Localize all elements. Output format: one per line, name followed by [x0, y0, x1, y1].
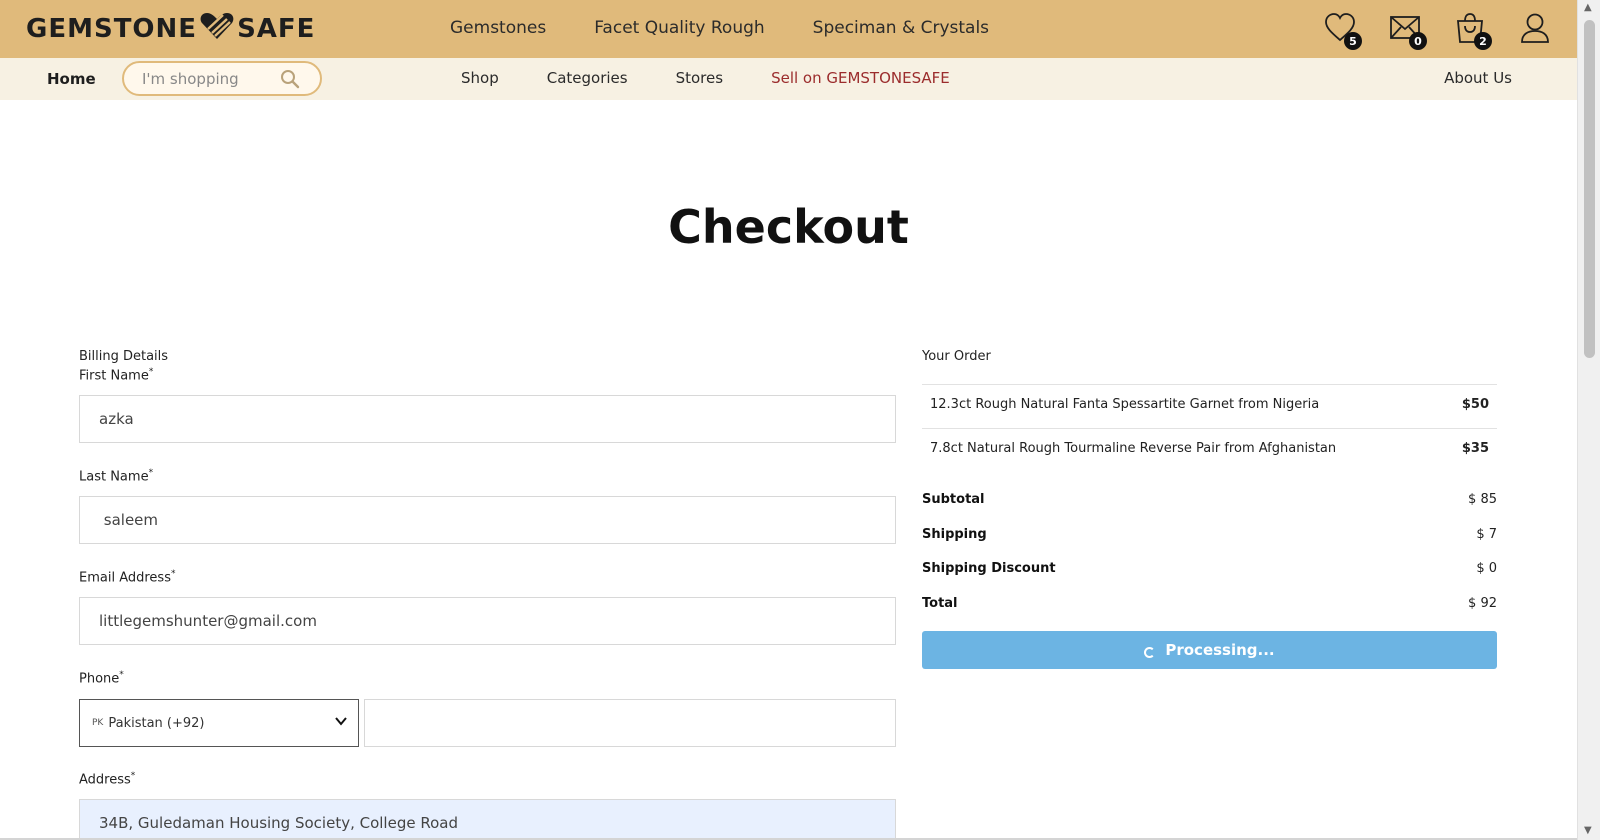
- first-name-field: [79, 395, 896, 443]
- search-box: [122, 61, 322, 96]
- top-header: GEMSTONE SAFE Gemstones Facet Quality Ro…: [0, 0, 1577, 58]
- user-icon: [1521, 13, 1549, 43]
- scrollbar-thumb[interactable]: [1584, 20, 1595, 358]
- total-value: $ 92: [1468, 596, 1497, 611]
- phone-country-select[interactable]: PK Pakistan (+92): [79, 699, 359, 747]
- secondary-nav: Home Shop Categories Stores Sell on GEMS…: [0, 58, 1577, 100]
- nav-shop[interactable]: Shop: [461, 69, 499, 87]
- nav-sell[interactable]: Sell on GEMSTONESAFE: [771, 69, 950, 87]
- logo-text-right: SAFE: [237, 14, 316, 44]
- address-field: [79, 799, 896, 840]
- subtotal-value: $ 85: [1468, 492, 1497, 507]
- search-input[interactable]: [142, 70, 272, 88]
- phone-country-value: Pakistan (+92): [108, 715, 205, 731]
- email-field: [79, 597, 896, 645]
- last-name-label: Last Name*: [79, 468, 153, 484]
- page-title: Checkout: [668, 200, 909, 254]
- place-order-button[interactable]: Processing...: [922, 631, 1497, 669]
- nav-categories[interactable]: Categories: [547, 69, 628, 87]
- nav-speciman-crystals[interactable]: Speciman & Crystals: [813, 18, 989, 38]
- your-order-heading: Your Order: [922, 349, 991, 364]
- logo-text-left: GEMSTONE: [26, 14, 198, 44]
- scroll-down-arrow-icon[interactable]: ▼: [1584, 825, 1592, 836]
- account-button[interactable]: [1519, 12, 1551, 44]
- required-mark: *: [148, 367, 154, 377]
- subtotal-row: Subtotal $ 85: [922, 492, 1497, 507]
- total-label: Total: [922, 596, 958, 611]
- shipping-discount-value: $ 0: [1476, 561, 1497, 576]
- last-name-label-text: Last Name: [79, 469, 149, 485]
- nav-home[interactable]: Home: [47, 70, 96, 88]
- address-label-text: Address: [79, 772, 131, 788]
- required-mark: *: [130, 771, 136, 781]
- billing-details-heading: Billing Details: [79, 349, 169, 364]
- phone-number-input[interactable]: [365, 700, 895, 746]
- last-name-input[interactable]: [80, 497, 895, 543]
- order-item-price: $35: [1461, 441, 1489, 456]
- email-input[interactable]: [80, 598, 895, 644]
- messages-count-badge: 0: [1409, 32, 1427, 50]
- order-item: 12.3ct Rough Natural Fanta Spessartite G…: [922, 384, 1497, 428]
- order-item-name: 12.3ct Rough Natural Fanta Spessartite G…: [930, 397, 1320, 412]
- email-label: Email Address*: [79, 569, 175, 585]
- header-icons: 5 0 2: [1324, 12, 1551, 50]
- email-label-text: Email Address: [79, 570, 171, 586]
- chevron-down-icon: [334, 714, 348, 732]
- shipping-row: Shipping $ 7: [922, 527, 1497, 542]
- shipping-label: Shipping: [922, 527, 987, 542]
- search-icon[interactable]: [280, 69, 300, 93]
- messages-button[interactable]: 0: [1389, 12, 1427, 50]
- nav-stores[interactable]: Stores: [676, 69, 723, 87]
- wishlist-count-badge: 5: [1344, 32, 1362, 50]
- spinner-icon: [1144, 646, 1156, 658]
- logo-heart-icon: [199, 11, 235, 48]
- nav-facet-quality-rough[interactable]: Facet Quality Rough: [594, 18, 764, 38]
- page-scrollbar[interactable]: ▲ ▼: [1577, 0, 1600, 840]
- phone-label-text: Phone: [79, 671, 120, 687]
- required-mark: *: [119, 670, 124, 680]
- address-input[interactable]: [80, 800, 895, 839]
- nav-gemstones[interactable]: Gemstones: [450, 18, 546, 38]
- logo[interactable]: GEMSTONE SAFE: [26, 10, 315, 48]
- phone-number-field: [364, 699, 896, 747]
- order-item-price: $50: [1461, 397, 1489, 412]
- required-mark: *: [148, 468, 154, 478]
- order-item: 7.8ct Natural Rough Tourmaline Reverse P…: [922, 428, 1497, 472]
- address-label: Address*: [79, 771, 135, 787]
- nav-about-us[interactable]: About Us: [1444, 69, 1512, 87]
- order-item-name: 7.8ct Natural Rough Tourmaline Reverse P…: [930, 441, 1337, 456]
- first-name-label-text: First Name: [79, 368, 149, 384]
- scroll-up-arrow-icon[interactable]: ▲: [1584, 2, 1592, 13]
- country-flag-code: PK: [92, 718, 104, 728]
- phone-label: Phone*: [79, 670, 124, 686]
- place-order-button-label: Processing...: [1165, 641, 1275, 659]
- subtotal-label: Subtotal: [922, 492, 985, 507]
- shipping-discount-label: Shipping Discount: [922, 561, 1056, 576]
- shipping-value: $ 7: [1476, 527, 1497, 542]
- cart-count-badge: 2: [1474, 32, 1492, 50]
- first-name-label: First Name*: [79, 367, 153, 383]
- subnav-links: Shop Categories Stores Sell on GEMSTONES…: [461, 69, 950, 87]
- main-nav: Gemstones Facet Quality Rough Speciman &…: [450, 18, 989, 38]
- first-name-input[interactable]: [80, 396, 895, 442]
- total-row: Total $ 92: [922, 596, 1497, 611]
- shipping-discount-row: Shipping Discount $ 0: [922, 561, 1497, 576]
- cart-button[interactable]: 2: [1454, 12, 1492, 50]
- wishlist-button[interactable]: 5: [1324, 12, 1362, 50]
- last-name-field: [79, 496, 896, 544]
- required-mark: *: [170, 569, 176, 579]
